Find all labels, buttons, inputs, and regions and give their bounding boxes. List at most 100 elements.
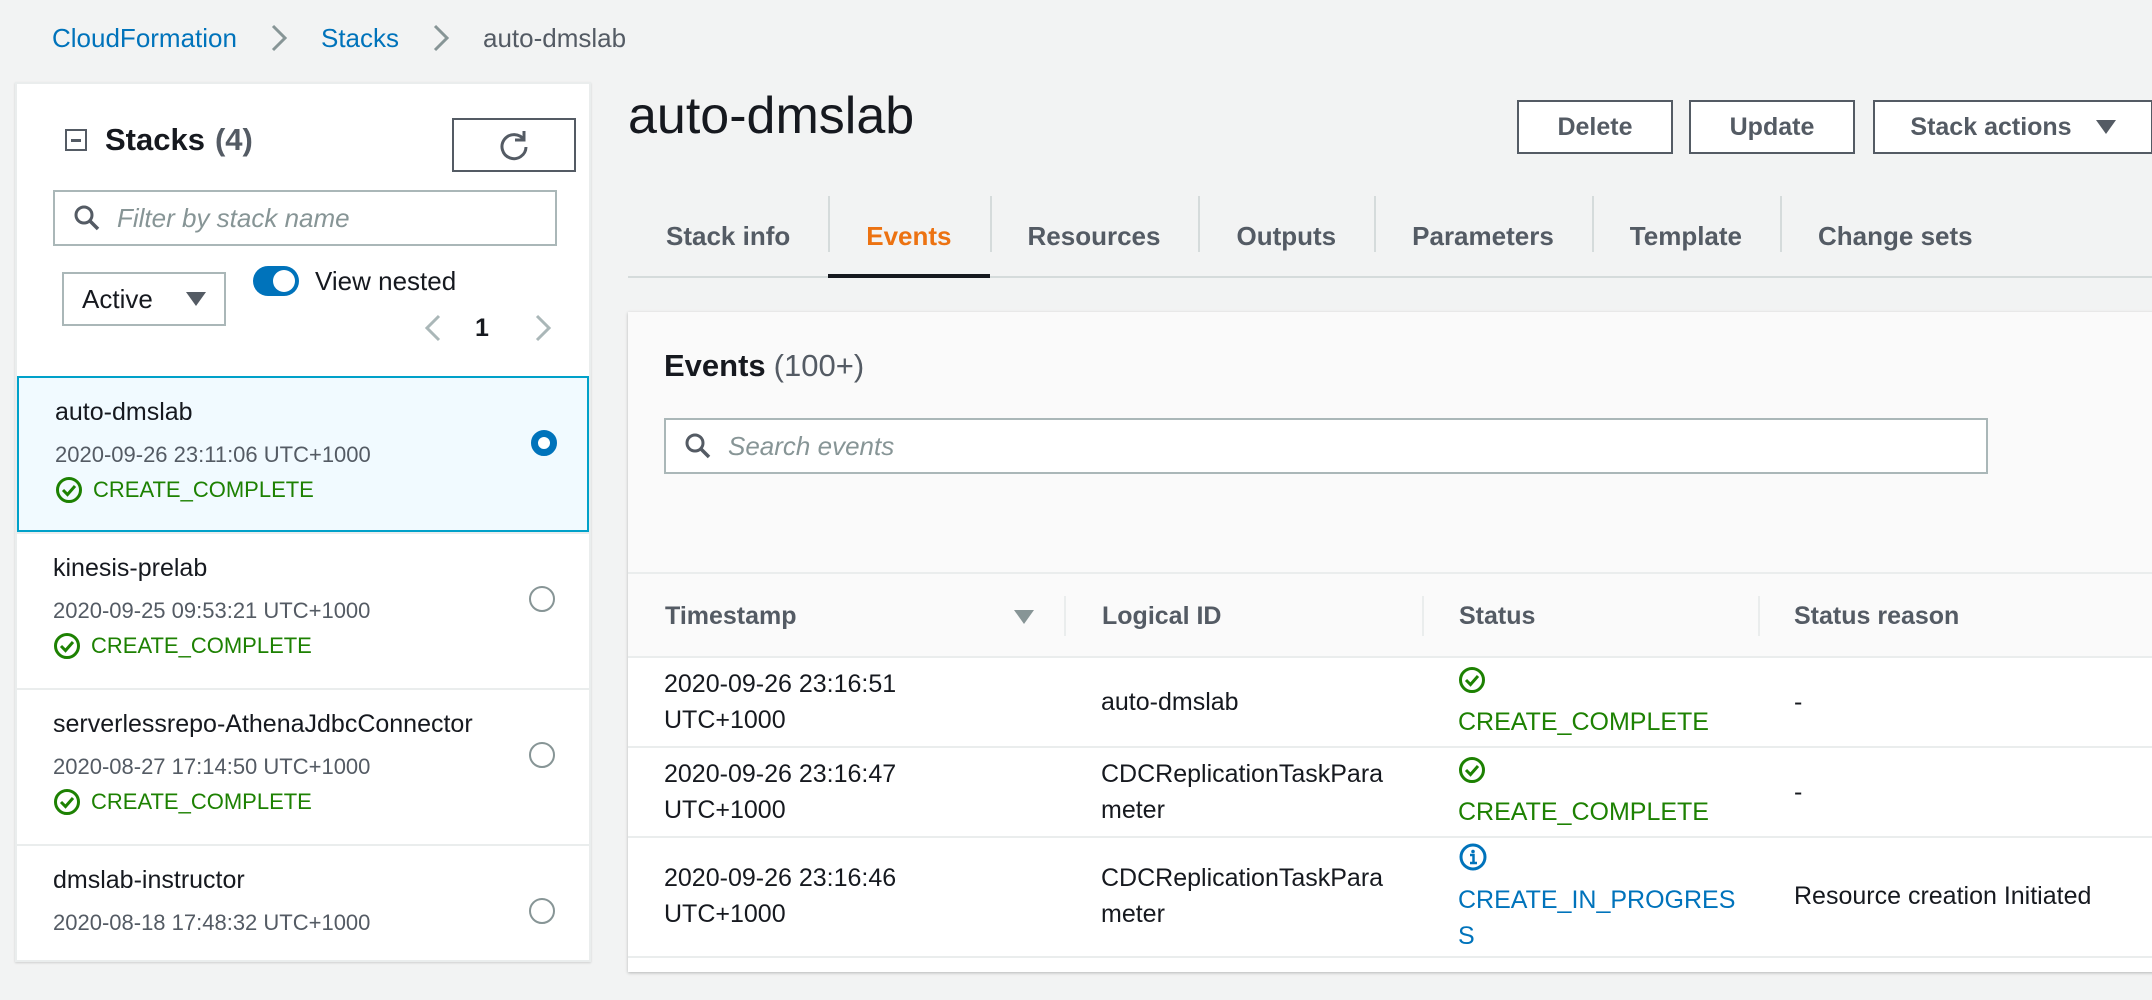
- event-logical-id: CDCReplicationTaskPara meter: [1101, 864, 1384, 928]
- chevron-right-icon: [433, 24, 450, 52]
- table-row: 2020-09-26 23:16:47 UTC+1000 CDCReplicat…: [628, 748, 2152, 838]
- table-row: 2020-09-26 23:16:51 UTC+1000 auto-dmslab…: [628, 658, 2152, 748]
- table-row: 2020-09-26 23:16:46 UTC+1000 CDCReplicat…: [628, 838, 2152, 958]
- stack-created-date: 2020-08-18 17:48:32 UTC+1000: [53, 910, 371, 935]
- chevron-right-icon: [271, 24, 288, 52]
- stack-status-text: CREATE_COMPLETE: [91, 789, 312, 814]
- stack-select-radio[interactable]: [529, 898, 555, 924]
- event-logical-id: CDCReplicationTaskPara meter: [1101, 760, 1384, 824]
- column-divider[interactable]: [1064, 596, 1066, 636]
- search-icon: [74, 205, 100, 231]
- column-header-timestamp[interactable]: Timestamp: [665, 574, 797, 658]
- event-timestamp: 2020-09-26 23:16:51 UTC+1000: [664, 670, 897, 734]
- view-nested-label: View nested: [315, 266, 457, 296]
- tab-resources[interactable]: Resources: [989, 196, 1199, 276]
- stack-created-date: 2020-09-26 23:11:06 UTC+1000: [55, 442, 371, 467]
- view-nested-toggle[interactable]: [253, 266, 299, 296]
- chevron-right-icon[interactable]: [527, 308, 557, 348]
- stack-item-auto-dmslab[interactable]: auto-dmslab 2020-09-26 23:11:06 UTC+1000…: [17, 376, 589, 532]
- events-title-text: Events: [664, 348, 766, 383]
- update-button[interactable]: Update: [1689, 100, 1855, 154]
- check-circle-icon: [56, 477, 82, 503]
- stack-item-serverlessrepo-athenajdbcconnector[interactable]: serverlessrepo-AthenaJdbcConnector 2020-…: [17, 688, 589, 844]
- stacks-sidebar: Stacks (4) Active View nested 1 auto-dms…: [15, 82, 591, 962]
- events-search-field: [664, 418, 1988, 474]
- stack-status-select-value: Active: [82, 283, 153, 314]
- stack-status-text: CREATE_COMPLETE: [91, 633, 312, 658]
- breadcrumb: CloudFormation Stacks auto-dmslab: [52, 18, 626, 58]
- column-header-status-reason[interactable]: Status reason: [1794, 574, 1959, 658]
- column-header-status[interactable]: Status: [1459, 574, 1535, 658]
- collapse-icon[interactable]: [65, 129, 87, 151]
- stack-filter-input[interactable]: [115, 201, 539, 235]
- events-count: (100+): [773, 348, 865, 383]
- stack-name[interactable]: kinesis-prelab: [53, 554, 207, 583]
- tab-stack-info[interactable]: Stack info: [628, 196, 828, 276]
- stack-tabs: Stack info Events Resources Outputs Para…: [628, 196, 2152, 278]
- stack-name[interactable]: serverlessrepo-AthenaJdbcConnector: [53, 710, 473, 739]
- stack-item-dmslab-instructor[interactable]: dmslab-instructor 2020-08-18 17:48:32 UT…: [17, 844, 589, 1000]
- stack-select-radio[interactable]: [531, 430, 557, 456]
- events-title: Events (100+): [664, 348, 864, 384]
- delete-button[interactable]: Delete: [1517, 100, 1673, 154]
- stack-created-date: 2020-09-25 09:53:21 UTC+1000: [53, 598, 371, 623]
- event-status-reason: -: [1794, 688, 1803, 716]
- info-icon: [1459, 843, 1487, 871]
- breadcrumb-stacks[interactable]: Stacks: [321, 23, 399, 54]
- check-circle-icon: [1459, 757, 1485, 783]
- events-search-input[interactable]: [726, 429, 1930, 463]
- events-panel: Events(100+) Timestamp Logical ID Status…: [628, 312, 2152, 972]
- stacks-header: Stacks (4): [65, 122, 253, 158]
- refresh-icon: [500, 131, 528, 161]
- stack-status: CREATE_COMPLETE: [55, 476, 314, 504]
- page-title: auto-dmslab: [628, 87, 915, 145]
- stack-filter-field: [53, 190, 557, 246]
- event-status-text: CREATE_COMPLETE: [1458, 798, 1709, 826]
- stacks-title: Stacks: [105, 122, 205, 157]
- breadcrumb-cloudformation[interactable]: CloudFormation: [52, 23, 237, 54]
- chevron-left-icon[interactable]: [419, 308, 449, 348]
- event-timestamp: 2020-09-26 23:16:46 UTC+1000: [664, 864, 897, 928]
- stack-name[interactable]: auto-dmslab: [55, 398, 193, 427]
- event-status: CREATE_COMPLETE: [1458, 756, 1709, 830]
- event-timestamp: 2020-09-26 23:16:47 UTC+1000: [664, 760, 897, 824]
- stack-status: CREATE_COMPLETE: [53, 632, 312, 660]
- tab-parameters[interactable]: Parameters: [1374, 196, 1592, 276]
- caret-down-icon: [186, 292, 206, 306]
- events-table: Timestamp Logical ID Status Status reaso…: [628, 572, 2152, 958]
- stack-created-date: 2020-08-27 17:14:50 UTC+1000: [53, 754, 371, 779]
- breadcrumb-current: auto-dmslab: [483, 22, 627, 53]
- events-header: Events (100+): [628, 312, 2152, 572]
- column-header-logical-id[interactable]: Logical ID: [1102, 574, 1221, 658]
- stack-name[interactable]: dmslab-instructor: [53, 866, 245, 895]
- refresh-button[interactable]: [452, 118, 576, 172]
- column-divider[interactable]: [1422, 596, 1424, 636]
- tab-events[interactable]: Events: [828, 196, 990, 278]
- event-logical-id: auto-dmslab: [1101, 688, 1239, 716]
- column-divider[interactable]: [1758, 596, 1760, 636]
- stack-select-radio[interactable]: [529, 742, 555, 768]
- tab-template[interactable]: Template: [1591, 196, 1780, 276]
- event-status-reason: Resource creation Initiated: [1794, 882, 2092, 910]
- stack-item-kinesis-prelab[interactable]: kinesis-prelab 2020-09-25 09:53:21 UTC+1…: [17, 532, 589, 688]
- event-status: CREATE_IN_PROGRES S: [1458, 842, 1735, 954]
- tab-change-sets[interactable]: Change sets: [1780, 196, 2011, 276]
- event-status: CREATE_COMPLETE: [1458, 666, 1709, 740]
- stacks-count: (4): [214, 122, 253, 157]
- stack-actions-button[interactable]: Stack actions: [1873, 100, 2152, 154]
- stack-status-text: CREATE_COMPLETE: [93, 477, 314, 502]
- search-icon: [685, 433, 711, 459]
- check-circle-icon: [54, 633, 80, 659]
- page-number[interactable]: 1: [475, 310, 489, 346]
- stack-list: auto-dmslab 2020-09-26 23:11:06 UTC+1000…: [17, 376, 589, 1000]
- stack-select-radio[interactable]: [529, 586, 555, 612]
- stack-actions-label: Stack actions: [1910, 112, 2072, 141]
- stack-status-select[interactable]: Active: [62, 272, 226, 326]
- sort-descending-icon[interactable]: [1014, 610, 1034, 624]
- event-status-reason: -: [1794, 778, 1803, 806]
- check-circle-icon: [54, 789, 80, 815]
- tab-outputs[interactable]: Outputs: [1198, 196, 1374, 276]
- caret-down-icon: [2095, 120, 2116, 134]
- stack-status: CREATE_COMPLETE: [53, 788, 312, 816]
- event-status-text: CREATE_IN_PROGRES S: [1458, 886, 1736, 950]
